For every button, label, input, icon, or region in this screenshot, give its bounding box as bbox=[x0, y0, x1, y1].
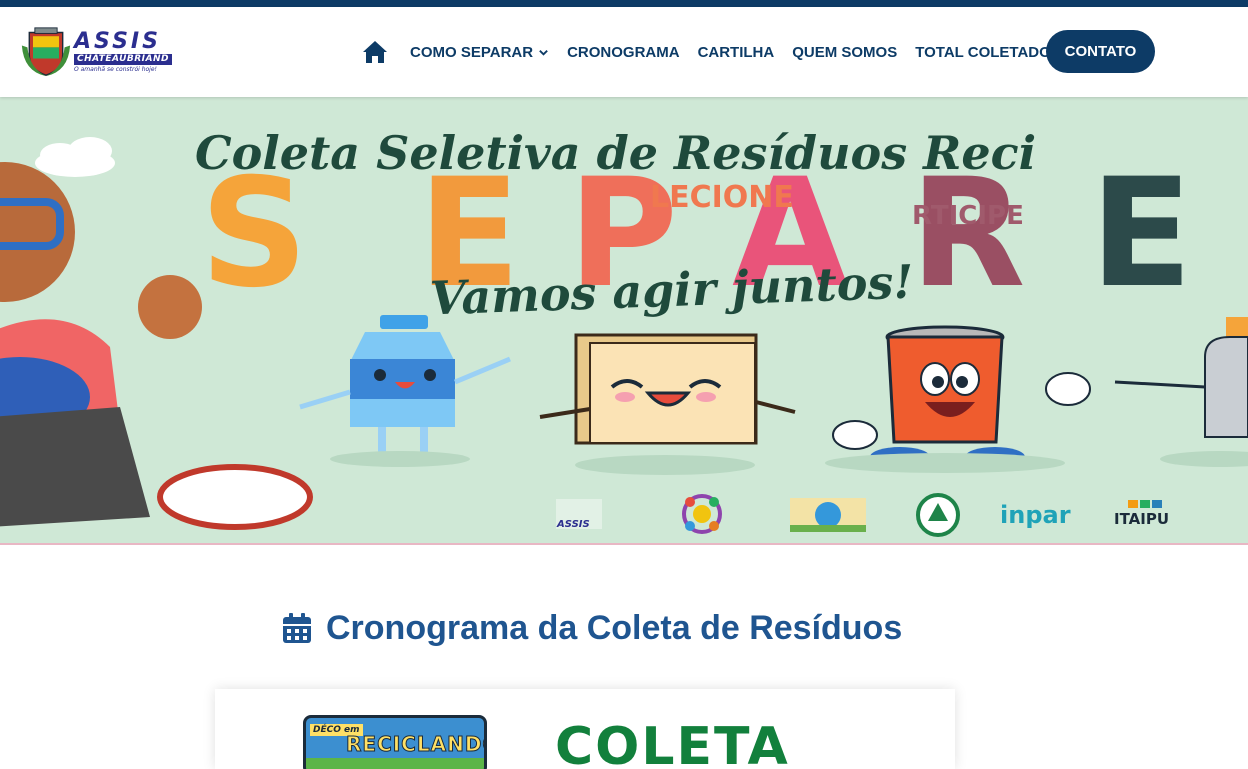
cloud-icon bbox=[35, 137, 115, 177]
hero-banner[interactable]: Coleta Seletiva de Resíduos Reci S E P A… bbox=[0, 97, 1248, 545]
banner-letter-r: R bbox=[910, 147, 1026, 321]
page-title: Cronograma da Coleta de Resíduos bbox=[326, 608, 903, 647]
thumbnail-title: RECICLANDO bbox=[345, 732, 487, 757]
contact-button[interactable]: CONTATO bbox=[1046, 30, 1155, 73]
nav-item-cartilha[interactable]: CARTILHA bbox=[698, 44, 775, 61]
partner-logo-itaipu: ITAIPU bbox=[1114, 500, 1169, 528]
nav-item-como-separar[interactable]: COMO SEPARAR bbox=[410, 44, 549, 61]
nav-item-quem-somos[interactable]: QUEM SOMOS bbox=[792, 44, 897, 61]
logo-tagline: O amanhã se constrói hoje! bbox=[73, 66, 157, 73]
bottle-mascot-icon bbox=[299, 315, 511, 467]
logo-subtitle: CHATEAUBRIAND bbox=[73, 54, 172, 65]
main-nav: COMO SEPARAR CRONOGRAMA CARTILHA QUEM SO… bbox=[362, 7, 1069, 97]
banner-lecione: LECIONE bbox=[650, 180, 794, 215]
banner-rticipe: RTICIPE bbox=[912, 201, 1024, 231]
site-header: ASSIS CHATEAUBRIAND O amanhã se constrói… bbox=[0, 7, 1248, 97]
logo-title: ASSIS bbox=[73, 29, 161, 54]
partner-logo-inpar: inpar bbox=[1000, 501, 1071, 529]
hero-banner-art: Coleta Seletiva de Resíduos Reci S E P A… bbox=[0, 126, 1248, 537]
nav-item-label: COMO SEPARAR bbox=[410, 43, 534, 61]
partner-logo-earth-icon bbox=[790, 498, 866, 532]
top-accent-bar bbox=[0, 0, 1248, 7]
home-icon[interactable] bbox=[362, 38, 390, 66]
partner-logo-flower-icon bbox=[682, 494, 722, 534]
can-mascot-icon bbox=[825, 325, 1091, 473]
card-headline: COLETA bbox=[555, 717, 790, 769]
partner-logo-assis-label: ASSIS bbox=[556, 519, 590, 530]
notebook-mascot-icon bbox=[539, 333, 796, 475]
partner-logo-itaipu-label: ITAIPU bbox=[1114, 510, 1169, 528]
chevron-down-icon bbox=[539, 49, 548, 56]
schedule-card[interactable]: DÉCO em RECICLANDO COLETA bbox=[215, 689, 955, 769]
nav-item-cronograma[interactable]: CRONOGRAMA bbox=[567, 44, 680, 61]
calendar-icon bbox=[283, 613, 311, 643]
partner-logo-recycle-icon bbox=[916, 493, 960, 537]
thumbnail-grass bbox=[306, 758, 484, 769]
banner-letter-s: S bbox=[200, 147, 308, 321]
jar-mascot-icon bbox=[1114, 317, 1248, 467]
reciclando-thumbnail: DÉCO em RECICLANDO bbox=[303, 715, 487, 769]
nav-item-total-coletado[interactable]: TOTAL COLETADO bbox=[915, 44, 1051, 61]
banner-letter-e2: E bbox=[1090, 147, 1192, 321]
partner-logos: ASSIS inpar ITAIPU bbox=[556, 493, 1169, 537]
partner-logo-assis: ASSIS bbox=[556, 499, 602, 530]
section-heading: Cronograma da Coleta de Resíduos bbox=[282, 606, 902, 650]
city-crest-icon bbox=[21, 27, 71, 77]
partner-logo-inpar-label: inpar bbox=[1000, 501, 1071, 529]
site-logo[interactable]: ASSIS CHATEAUBRIAND O amanhã se constrói… bbox=[20, 24, 172, 80]
